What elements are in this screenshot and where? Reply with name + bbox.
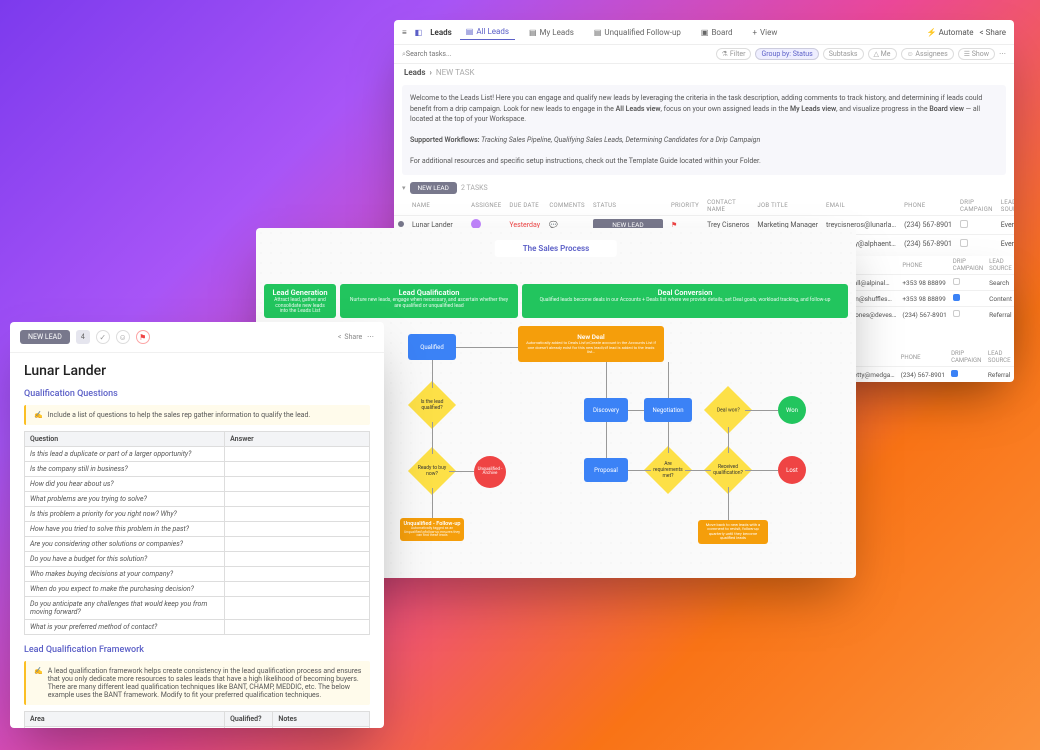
table-row[interactable]: Do you anticipate any challenges that wo… (25, 597, 370, 620)
tab-my-leads[interactable]: ▤My Leads (523, 25, 580, 40)
table-row[interactable]: Do you have a budget for this solution? (25, 552, 370, 567)
list-title: Leads (430, 28, 452, 37)
list-icon: ◧ (415, 28, 423, 37)
search-input[interactable] (406, 50, 486, 58)
groupby-button[interactable]: Group by: Status (755, 48, 818, 60)
breadcrumb: Leads › NEW TASK (394, 64, 1014, 81)
table-row[interactable]: Budget – What is this lead's budget for … (25, 727, 370, 729)
stage-header: Deal ConversionQualified leads become de… (522, 284, 848, 318)
table-row[interactable]: How have you tried to solve this problem… (25, 522, 370, 537)
tab-all-leads[interactable]: ▤All Leads (460, 24, 515, 40)
menu-icon[interactable]: ≡ (402, 28, 407, 37)
node-qualified[interactable]: Qualified (408, 334, 456, 360)
node-followup-note[interactable]: Move back to new leads with a comment to… (698, 520, 768, 544)
questions-table: QuestionAnswerIs this lead a duplicate o… (24, 431, 370, 635)
table-row[interactable]: What problems are you trying to solve? (25, 492, 370, 507)
intro-banner: Welcome to the Leads List! Here you can … (402, 85, 1006, 175)
check-icon[interactable]: ✓ (96, 330, 110, 344)
doc-toolbar: NEW LEAD 4 ✓ ☺ ⚑ < Share ⋯ (10, 322, 384, 353)
doc-panel: NEW LEAD 4 ✓ ☺ ⚑ < Share ⋯ Lunar Lander … (10, 322, 384, 728)
flag-icon[interactable]: ⚑ (136, 330, 150, 344)
table-row[interactable]: Are you considering other solutions or c… (25, 537, 370, 552)
status-count[interactable]: 4 (76, 330, 90, 344)
section-qualification-questions: Qualification Questions (24, 389, 370, 399)
status-tag[interactable]: NEW LEAD (20, 330, 70, 344)
automate-button[interactable]: ⚡Automate (927, 28, 974, 37)
node-unq-follow[interactable]: Unqualified - Follow-up Automatically ta… (400, 518, 464, 541)
board-icon: ▣ (701, 28, 709, 37)
list-icon: ▤ (466, 27, 474, 36)
more-icon[interactable]: ⋯ (999, 50, 1006, 58)
list-icon: ▤ (529, 28, 537, 37)
node-negotiation[interactable]: Negotiation (644, 398, 692, 422)
tab-board[interactable]: ▣Board (695, 25, 739, 40)
group-header[interactable]: ▾NEW LEAD2 TASKS (394, 179, 1014, 197)
node-new-deal[interactable]: New Deal Automatically added to Deals Li… (518, 326, 664, 362)
search-row: ⌕ ⚗Filter Group by: Status Subtasks △ Me… (394, 45, 1014, 64)
assignees-button[interactable]: ☺ Assignees (901, 48, 954, 60)
node-discovery[interactable]: Discovery (584, 398, 628, 422)
flowchart-title: The Sales Process (495, 240, 617, 257)
assignee-icon[interactable]: ☺ (116, 330, 130, 344)
table-row[interactable]: When do you expect to make the purchasin… (25, 582, 370, 597)
subtasks-button[interactable]: Subtasks (823, 48, 864, 60)
node-won[interactable]: Won (778, 396, 806, 424)
table-row[interactable]: Is this problem a priority for you right… (25, 507, 370, 522)
tab-add-view[interactable]: + View (746, 25, 783, 40)
me-button[interactable]: △ Me (868, 48, 897, 60)
stage-header: Lead QualificationNurture new leads, eng… (340, 284, 518, 318)
share-button[interactable]: < Share (980, 28, 1006, 37)
view-tabs-bar: ≡ ◧ Leads ▤All Leads ▤My Leads ▤Unqualif… (394, 20, 1014, 45)
table-row[interactable]: Is the company still in business? (25, 462, 370, 477)
node-unq-archive[interactable]: Unqualified - Archive (474, 456, 506, 488)
share-button[interactable]: < Share ⋯ (338, 333, 374, 341)
tab-unqualified[interactable]: ▤Unqualified Follow-up (588, 25, 687, 40)
stage-header: Lead GenerationAttract lead, gather and … (264, 284, 336, 318)
framework-table: AreaQualified?NotesBudget – What is this… (24, 711, 370, 728)
filter-button[interactable]: ⚗Filter (716, 48, 752, 60)
table-row[interactable]: How did you hear about us? (25, 477, 370, 492)
show-button[interactable]: ☰ Show (958, 48, 995, 60)
table-row[interactable]: What is your preferred method of contact… (25, 620, 370, 635)
callout-framework: A lead qualification framework helps cre… (24, 661, 370, 705)
list-icon: ▤ (594, 28, 602, 37)
section-framework: Lead Qualification Framework (24, 645, 370, 655)
table-row[interactable]: Is this lead a duplicate or part of a la… (25, 447, 370, 462)
callout-questions: Include a list of questions to help the … (24, 405, 370, 425)
table-row[interactable]: Who makes buying decisions at your compa… (25, 567, 370, 582)
doc-title: Lunar Lander (24, 363, 370, 379)
node-proposal[interactable]: Proposal (584, 458, 628, 482)
node-lost[interactable]: Lost (778, 456, 806, 484)
